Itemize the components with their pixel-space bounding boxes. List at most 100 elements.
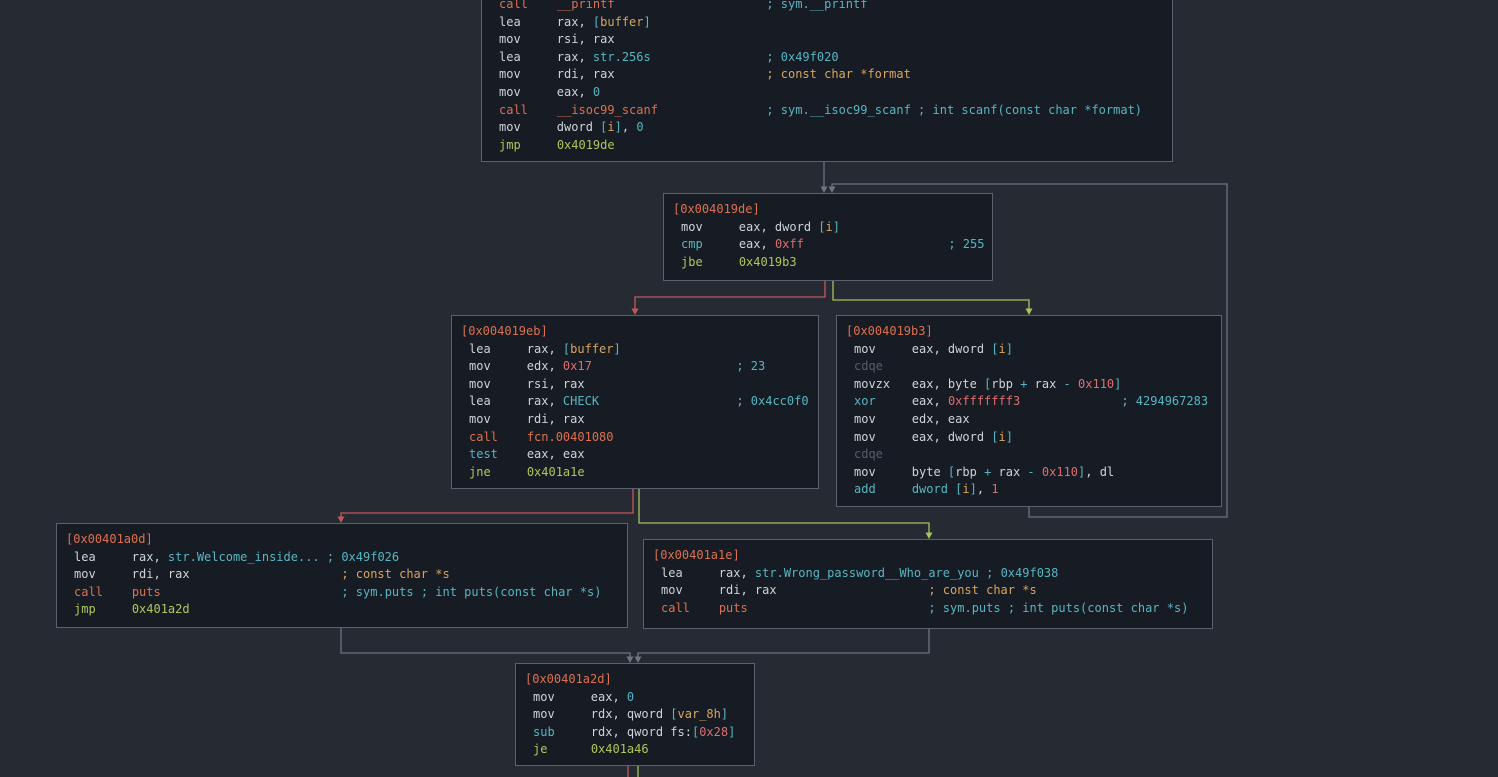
asm-token: eax, dword [739, 220, 818, 234]
asm-token: var_8h [678, 707, 721, 721]
asm-line[interactable]: lea rax, [buffer] [482, 14, 1172, 32]
asm-token: [ [670, 707, 677, 721]
asm-token: str.Welcome_inside... [168, 550, 320, 564]
asm-token: rbp [991, 377, 1020, 391]
asm-token: mov [499, 32, 557, 46]
asm-comment: ; const char *s [928, 583, 1036, 597]
asm-line[interactable]: test eax, eax [452, 446, 818, 464]
basic-block-0x004019de[interactable]: [0x004019de]mov eax, dword [i]cmp eax, 0… [663, 193, 993, 281]
asm-token [876, 482, 912, 496]
asm-line[interactable]: call __printf ; sym.__printf [482, 0, 1172, 14]
asm-token: 1 [991, 482, 998, 496]
asm-token [690, 601, 719, 615]
asm-token: 0xff [775, 237, 804, 251]
asm-line[interactable]: lea rax, str.Welcome_inside... ; 0x49f02… [57, 549, 627, 567]
asm-token: lea [661, 566, 719, 580]
asm-token [528, 0, 557, 11]
asm-line[interactable]: cdqe [837, 358, 1221, 376]
asm-token: mov [533, 707, 591, 721]
asm-token [615, 0, 767, 11]
asm-line[interactable]: mov dword [i], 0 [482, 119, 1172, 137]
asm-token: mov [469, 359, 527, 373]
asm-line[interactable]: jmp 0x401a2d [57, 601, 627, 619]
asm-line[interactable]: call fcn.00401080 [452, 429, 818, 447]
asm-line[interactable]: mov eax, dword [i] [664, 219, 992, 237]
basic-block-0x00401a1e[interactable]: [0x00401a1e]lea rax, str.Wrong_password_… [643, 539, 1213, 629]
asm-line[interactable]: mov rdx, qword [var_8h] [516, 706, 754, 724]
asm-token: cmp [681, 237, 703, 251]
asm-line[interactable]: mov rdi, rax ; const char *s [644, 582, 1212, 600]
asm-line[interactable]: call __isoc99_scanf ; sym.__isoc99_scanf… [482, 102, 1172, 120]
asm-line[interactable]: lea rax, [buffer] [452, 341, 818, 359]
asm-token [703, 237, 739, 251]
asm-token: 0x401a1e [527, 465, 585, 479]
asm-line[interactable]: je 0x401a46 [516, 741, 754, 759]
asm-comment: ; sym.__isoc99_scanf ; int scanf(const c… [766, 103, 1142, 117]
asm-token: jmp [74, 602, 96, 616]
asm-line[interactable]: jne 0x401a1e [452, 464, 818, 482]
asm-line[interactable]: sub rdx, qword fs:[0x28] [516, 724, 754, 742]
asm-token: rax [991, 465, 1027, 479]
asm-line[interactable]: mov eax, 0 [516, 689, 754, 707]
asm-line[interactable]: lea rax, str.256s ; 0x49f020 [482, 49, 1172, 67]
asm-token: ] [644, 15, 651, 29]
asm-token: mov [469, 412, 527, 426]
asm-token: - [1064, 377, 1071, 391]
asm-token [161, 585, 342, 599]
asm-line[interactable]: jbe 0x4019b3 [664, 254, 992, 272]
asm-token: ] [615, 120, 622, 134]
asm-token: rdx, qword [591, 707, 670, 721]
asm-token: call [469, 430, 498, 444]
edge-0x00401a1e-to-0x00401a2d [638, 629, 929, 657]
asm-token: eax, [591, 690, 627, 704]
asm-line[interactable]: call puts ; sym.puts ; int puts(const ch… [644, 600, 1212, 618]
asm-token [1071, 377, 1078, 391]
asm-token: eax, [912, 394, 948, 408]
asm-line[interactable]: mov eax, 0 [482, 84, 1172, 102]
asm-line[interactable]: mov byte [rbp + rax - 0x110], dl [837, 464, 1221, 482]
asm-line[interactable]: xor eax, 0xfffffff3 ; 4294967283 [837, 393, 1221, 411]
asm-line[interactable]: mov eax, dword [i] [837, 429, 1221, 447]
asm-line[interactable]: lea rax, CHECK ; 0x4cc0f0 [452, 393, 818, 411]
asm-token: call [499, 0, 528, 11]
asm-token: 0x110 [1042, 465, 1078, 479]
asm-line[interactable]: mov rdi, rax ; const char *format [482, 66, 1172, 84]
asm-token: rbp [955, 465, 984, 479]
basic-block-0x00401a2d[interactable]: [0x00401a2d]mov eax, 0mov rdx, qword [va… [515, 663, 755, 766]
asm-token: mov [499, 85, 557, 99]
asm-token [491, 465, 527, 479]
asm-token: puts [719, 601, 748, 615]
asm-line[interactable]: add dword [i], 1 [837, 481, 1221, 499]
asm-token: eax, [557, 85, 593, 99]
asm-line[interactable]: mov edx, 0x17 ; 23 [452, 358, 818, 376]
asm-token: CHECK [563, 394, 599, 408]
asm-line[interactable]: cmp eax, 0xff ; 255 [664, 236, 992, 254]
basic-block-0x004019b3[interactable]: [0x004019b3]mov eax, dword [i]cdqemovzx … [836, 315, 1222, 507]
asm-token: str.256s [593, 50, 651, 64]
basic-block-0x00401a0d[interactable]: [0x00401a0d]lea rax, str.Welcome_inside.… [56, 523, 628, 628]
basic-block-0x004019eb[interactable]: [0x004019eb]lea rax, [buffer]mov edx, 0x… [451, 315, 819, 489]
asm-token [498, 430, 527, 444]
asm-token [651, 50, 767, 64]
asm-token: rax, [527, 342, 563, 356]
asm-line[interactable]: mov edx, eax [837, 411, 1221, 429]
asm-token: 0x401a2d [132, 602, 190, 616]
asm-line[interactable]: mov rsi, rax [482, 31, 1172, 49]
asm-line[interactable]: movzx eax, byte [rbp + rax - 0x110] [837, 376, 1221, 394]
asm-line[interactable]: call puts ; sym.puts ; int puts(const ch… [57, 584, 627, 602]
asm-line[interactable]: mov rdi, rax [452, 411, 818, 429]
graph-canvas[interactable]: call __printf ; sym.__printflea rax, [bu… [0, 0, 1498, 777]
asm-line[interactable]: mov rsi, rax [452, 376, 818, 394]
asm-line[interactable]: jmp 0x4019de [482, 137, 1172, 155]
edge-0x00401a0d-to-0x00401a2d [341, 628, 630, 657]
asm-line[interactable]: lea rax, str.Wrong_password__Who_are_you… [644, 565, 1212, 583]
asm-comment: ; 255 [948, 237, 984, 251]
asm-line[interactable]: mov eax, dword [i] [837, 341, 1221, 359]
basic-block-entry-scanf[interactable]: call __printf ; sym.__printflea rax, [bu… [481, 0, 1173, 162]
asm-line[interactable]: cdqe [837, 446, 1221, 464]
asm-comment: ; 0x4cc0f0 [736, 394, 808, 408]
asm-token [1035, 465, 1042, 479]
asm-line[interactable]: mov rdi, rax ; const char *s [57, 566, 627, 584]
asm-token: xor [854, 394, 876, 408]
asm-token: lea [74, 550, 132, 564]
